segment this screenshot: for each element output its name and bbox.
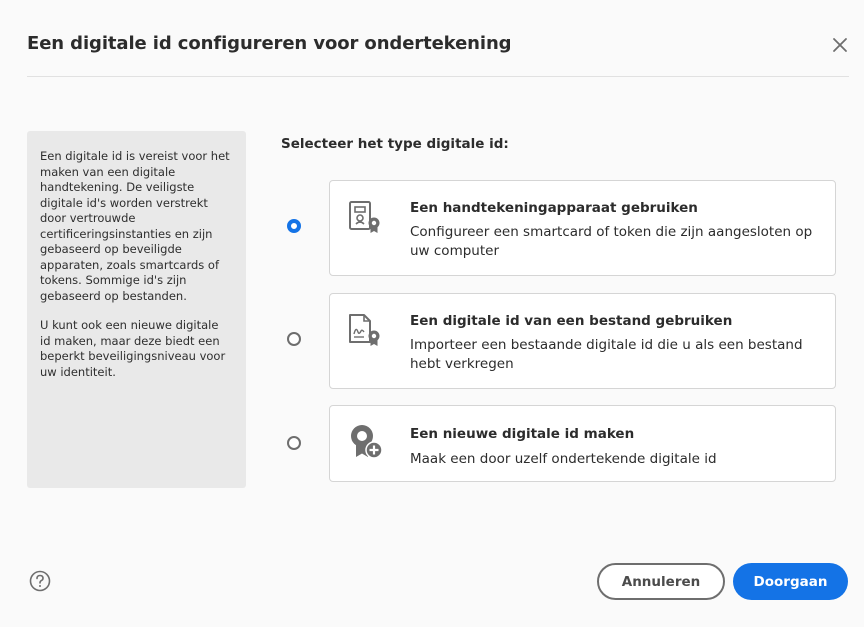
id-type-prompt: Selecteer het type digitale id:: [281, 136, 509, 152]
radio-signing-device[interactable]: [287, 219, 301, 233]
radio-new-id[interactable]: [287, 436, 301, 450]
option-title: Een nieuwe digitale id maken: [410, 426, 635, 442]
option-title: Een digitale id van een bestand gebruike…: [410, 313, 733, 329]
option-description: Maak een door uzelf ondertekende digital…: [410, 451, 717, 467]
certificate-file-icon: [349, 314, 380, 346]
option-card-file-id[interactable]: Een digitale id van een bestand gebruike…: [329, 293, 836, 389]
option-card-signing-device[interactable]: Een handtekeningapparaat gebruiken Confi…: [329, 180, 836, 276]
new-certificate-icon: [351, 425, 383, 459]
info-panel: Een digitale id is vereist voor het make…: [27, 131, 246, 488]
option-description: Importeer een bestaande digitale id die …: [410, 337, 803, 372]
configure-digital-id-dialog: Een digitale id configureren voor ondert…: [0, 0, 864, 627]
close-icon[interactable]: [829, 34, 851, 56]
info-paragraph: Een digitale id is vereist voor het make…: [40, 149, 230, 303]
info-paragraph: U kunt ook een nieuwe digitale id maken,…: [40, 318, 226, 379]
option-description: Configureer een smartcard of token die z…: [410, 224, 813, 259]
cancel-button[interactable]: Annuleren: [597, 563, 725, 600]
dialog-title: Een digitale id configureren voor ondert…: [27, 33, 512, 54]
option-title: Een handtekeningapparaat gebruiken: [410, 200, 698, 216]
option-card-new-id[interactable]: Een nieuwe digitale id maken Maak een do…: [329, 405, 836, 482]
title-divider: [27, 76, 849, 77]
signing-device-icon: [349, 201, 380, 233]
continue-button[interactable]: Doorgaan: [733, 563, 848, 600]
radio-file-id[interactable]: [287, 332, 301, 346]
help-icon[interactable]: [29, 570, 51, 592]
